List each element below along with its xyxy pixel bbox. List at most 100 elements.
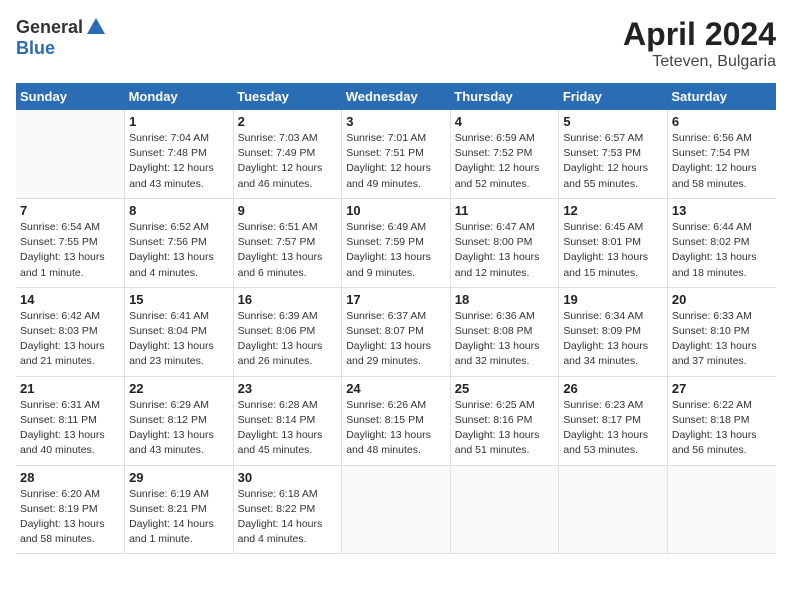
calendar-cell: 20 Sunrise: 6:33 AM Sunset: 8:10 PM Dayli… — [667, 287, 776, 376]
day-info: Sunrise: 6:18 AM Sunset: 8:22 PM Dayligh… — [238, 487, 338, 548]
day-number: 14 — [20, 292, 120, 307]
calendar-week-row: 28 Sunrise: 6:20 AM Sunset: 8:19 PM Dayli… — [16, 465, 776, 554]
calendar-cell: 7Sunrise: 6:54 AM Sunset: 7:55 PM Daylig… — [16, 198, 125, 287]
day-info: Sunrise: 6:51 AM Sunset: 7:57 PM Dayligh… — [238, 220, 338, 281]
day-number: 20 — [672, 292, 772, 307]
day-number: 28 — [20, 470, 120, 485]
day-number: 22 — [129, 381, 229, 396]
day-info: Sunrise: 7:01 AM Sunset: 7:51 PM Dayligh… — [346, 131, 446, 192]
day-number: 29 — [129, 470, 229, 485]
days-header-row: SundayMondayTuesdayWednesdayThursdayFrid… — [16, 83, 776, 110]
calendar-cell — [450, 465, 559, 554]
calendar-cell: 13 Sunrise: 6:44 AM Sunset: 8:02 PM Dayli… — [667, 198, 776, 287]
calendar-cell: 9Sunrise: 6:51 AM Sunset: 7:57 PM Daylig… — [233, 198, 342, 287]
title-block: April 2024 Teteven, Bulgaria — [623, 16, 776, 71]
day-number: 11 — [455, 203, 555, 218]
calendar-cell: 24Sunrise: 6:26 AM Sunset: 8:15 PM Dayli… — [342, 376, 451, 465]
calendar-cell: 17Sunrise: 6:37 AM Sunset: 8:07 PM Dayli… — [342, 287, 451, 376]
logo: General Blue — [16, 16, 107, 59]
calendar-cell: 14 Sunrise: 6:42 AM Sunset: 8:03 PM Dayli… — [16, 287, 125, 376]
day-info: Sunrise: 6:47 AM Sunset: 8:00 PM Dayligh… — [455, 220, 555, 281]
day-number: 19 — [563, 292, 663, 307]
calendar-cell: 28 Sunrise: 6:20 AM Sunset: 8:19 PM Dayli… — [16, 465, 125, 554]
day-info: Sunrise: 6:33 AM Sunset: 8:10 PM Dayligh… — [672, 309, 772, 370]
calendar-cell: 1 Sunrise: 7:04 AM Sunset: 7:48 PM Daylig… — [125, 110, 234, 198]
day-number: 2 — [238, 114, 338, 129]
calendar-cell — [342, 465, 451, 554]
day-number: 10 — [346, 203, 446, 218]
calendar-cell — [667, 465, 776, 554]
calendar-cell: 2 Sunrise: 7:03 AM Sunset: 7:49 PM Daylig… — [233, 110, 342, 198]
calendar-cell: 23Sunrise: 6:28 AM Sunset: 8:14 PM Dayli… — [233, 376, 342, 465]
calendar-cell — [559, 465, 668, 554]
day-info: Sunrise: 6:59 AM Sunset: 7:52 PM Dayligh… — [455, 131, 555, 192]
day-info: Sunrise: 6:42 AM Sunset: 8:03 PM Dayligh… — [20, 309, 120, 370]
calendar-cell: 6 Sunrise: 6:56 AM Sunset: 7:54 PM Daylig… — [667, 110, 776, 198]
day-header-saturday: Saturday — [667, 83, 776, 110]
day-info: Sunrise: 6:52 AM Sunset: 7:56 PM Dayligh… — [129, 220, 229, 281]
day-number: 12 — [563, 203, 663, 218]
day-info: Sunrise: 6:23 AM Sunset: 8:17 PM Dayligh… — [563, 398, 663, 459]
day-info: Sunrise: 6:34 AM Sunset: 8:09 PM Dayligh… — [563, 309, 663, 370]
calendar-cell: 22 Sunrise: 6:29 AM Sunset: 8:12 PM Dayli… — [125, 376, 234, 465]
day-number: 17 — [346, 292, 446, 307]
day-number: 24 — [346, 381, 446, 396]
day-info: Sunrise: 6:56 AM Sunset: 7:54 PM Dayligh… — [672, 131, 772, 192]
calendar-cell: 4 Sunrise: 6:59 AM Sunset: 7:52 PM Daylig… — [450, 110, 559, 198]
calendar-cell: 11 Sunrise: 6:47 AM Sunset: 8:00 PM Dayli… — [450, 198, 559, 287]
calendar-cell: 10Sunrise: 6:49 AM Sunset: 7:59 PM Dayli… — [342, 198, 451, 287]
day-number: 23 — [238, 381, 338, 396]
page-header: General Blue April 2024 Teteven, Bulgari… — [16, 16, 776, 71]
calendar-cell: 15Sunrise: 6:41 AM Sunset: 8:04 PM Dayli… — [125, 287, 234, 376]
day-number: 16 — [238, 292, 338, 307]
calendar-cell — [16, 110, 125, 198]
calendar-week-row: 21 Sunrise: 6:31 AM Sunset: 8:11 PM Dayli… — [16, 376, 776, 465]
calendar-week-row: 14 Sunrise: 6:42 AM Sunset: 8:03 PM Dayli… — [16, 287, 776, 376]
day-info: Sunrise: 6:20 AM Sunset: 8:19 PM Dayligh… — [20, 487, 120, 548]
logo-blue: Blue — [16, 38, 55, 59]
day-info: Sunrise: 6:22 AM Sunset: 8:18 PM Dayligh… — [672, 398, 772, 459]
calendar-cell: 3Sunrise: 7:01 AM Sunset: 7:51 PM Daylig… — [342, 110, 451, 198]
calendar-cell: 18 Sunrise: 6:36 AM Sunset: 8:08 PM Dayli… — [450, 287, 559, 376]
calendar-cell: 30 Sunrise: 6:18 AM Sunset: 8:22 PM Dayli… — [233, 465, 342, 554]
day-number: 1 — [129, 114, 229, 129]
calendar-cell: 26Sunrise: 6:23 AM Sunset: 8:17 PM Dayli… — [559, 376, 668, 465]
page-title: April 2024 — [623, 16, 776, 53]
logo-icon — [85, 16, 107, 38]
day-info: Sunrise: 7:03 AM Sunset: 7:49 PM Dayligh… — [238, 131, 338, 192]
page-subtitle: Teteven, Bulgaria — [623, 53, 776, 71]
day-info: Sunrise: 6:41 AM Sunset: 8:04 PM Dayligh… — [129, 309, 229, 370]
day-info: Sunrise: 7:04 AM Sunset: 7:48 PM Dayligh… — [129, 131, 229, 192]
day-info: Sunrise: 6:57 AM Sunset: 7:53 PM Dayligh… — [563, 131, 663, 192]
day-info: Sunrise: 6:25 AM Sunset: 8:16 PM Dayligh… — [455, 398, 555, 459]
day-header-wednesday: Wednesday — [342, 83, 451, 110]
day-number: 27 — [672, 381, 772, 396]
day-number: 18 — [455, 292, 555, 307]
day-number: 8 — [129, 203, 229, 218]
day-info: Sunrise: 6:45 AM Sunset: 8:01 PM Dayligh… — [563, 220, 663, 281]
calendar-table: SundayMondayTuesdayWednesdayThursdayFrid… — [16, 83, 776, 554]
day-number: 21 — [20, 381, 120, 396]
day-number: 13 — [672, 203, 772, 218]
calendar-cell: 25Sunrise: 6:25 AM Sunset: 8:16 PM Dayli… — [450, 376, 559, 465]
day-number: 5 — [563, 114, 663, 129]
calendar-week-row: 1 Sunrise: 7:04 AM Sunset: 7:48 PM Daylig… — [16, 110, 776, 198]
day-header-tuesday: Tuesday — [233, 83, 342, 110]
day-info: Sunrise: 6:29 AM Sunset: 8:12 PM Dayligh… — [129, 398, 229, 459]
calendar-cell: 21 Sunrise: 6:31 AM Sunset: 8:11 PM Dayli… — [16, 376, 125, 465]
day-number: 4 — [455, 114, 555, 129]
calendar-cell: 12 Sunrise: 6:45 AM Sunset: 8:01 PM Dayli… — [559, 198, 668, 287]
day-number: 7 — [20, 203, 120, 218]
day-number: 30 — [238, 470, 338, 485]
calendar-cell: 16Sunrise: 6:39 AM Sunset: 8:06 PM Dayli… — [233, 287, 342, 376]
day-info: Sunrise: 6:31 AM Sunset: 8:11 PM Dayligh… — [20, 398, 120, 459]
day-header-thursday: Thursday — [450, 83, 559, 110]
day-info: Sunrise: 6:19 AM Sunset: 8:21 PM Dayligh… — [129, 487, 229, 548]
day-number: 6 — [672, 114, 772, 129]
calendar-cell: 5 Sunrise: 6:57 AM Sunset: 7:53 PM Daylig… — [559, 110, 668, 198]
day-info: Sunrise: 6:36 AM Sunset: 8:08 PM Dayligh… — [455, 309, 555, 370]
calendar-cell: 8 Sunrise: 6:52 AM Sunset: 7:56 PM Daylig… — [125, 198, 234, 287]
day-info: Sunrise: 6:44 AM Sunset: 8:02 PM Dayligh… — [672, 220, 772, 281]
day-header-monday: Monday — [125, 83, 234, 110]
calendar-cell: 19 Sunrise: 6:34 AM Sunset: 8:09 PM Dayli… — [559, 287, 668, 376]
